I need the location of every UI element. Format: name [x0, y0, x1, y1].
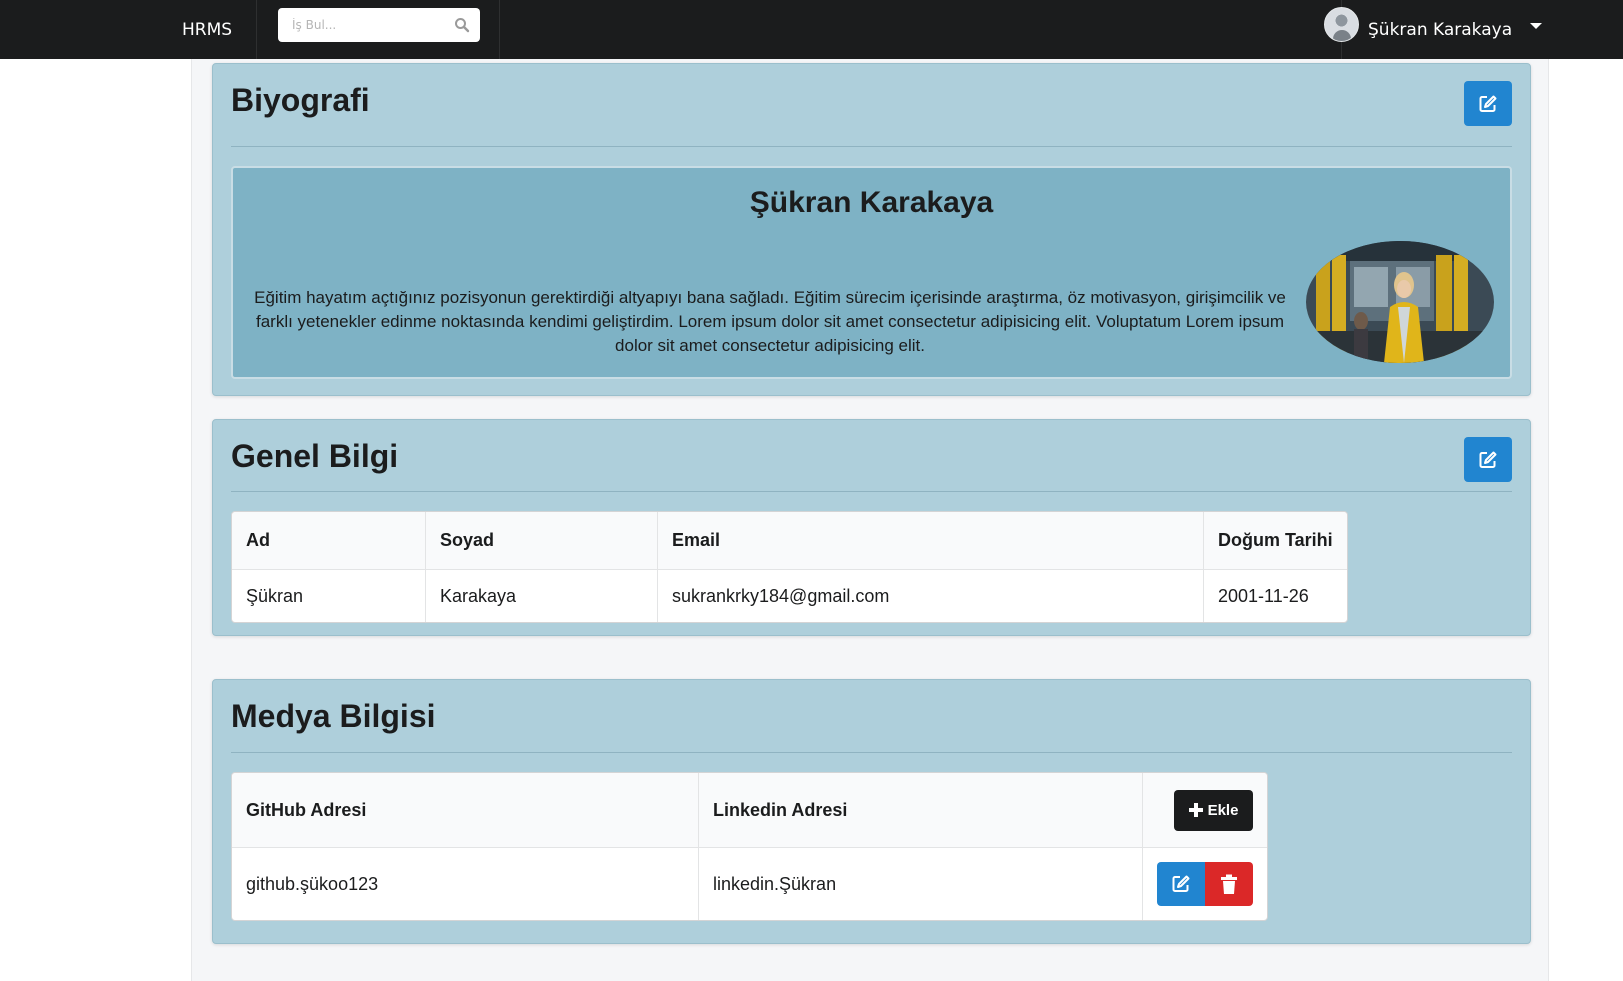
- column-header-actions: Ekle: [1142, 773, 1267, 848]
- table-header-row: Ad Soyad Email Doğum Tarihi: [232, 512, 1347, 570]
- biography-content: Şükran Karakaya Eğitim hayatım açtığınız…: [231, 166, 1512, 379]
- search-container: [257, 0, 500, 59]
- table-row: github.şükoo123 linkedin.Şükran: [232, 848, 1267, 920]
- general-info-card: Genel Bilgi Ad Soyad Email Doğum Tarihi …: [212, 419, 1531, 636]
- general-info-header: Genel Bilgi: [231, 420, 1512, 492]
- table-row: Şükran Karakaya sukrankrky184@gmail.com …: [232, 570, 1347, 622]
- row-action-buttons: [1157, 862, 1253, 906]
- edit-media-button[interactable]: [1157, 862, 1205, 906]
- edit-icon: [1172, 875, 1190, 892]
- edit-icon: [1479, 95, 1497, 112]
- edit-general-info-button[interactable]: [1464, 437, 1512, 482]
- media-info-card: Medya Bilgisi GitHub Adresi Linkedin Adr…: [212, 679, 1531, 944]
- cell-ad: Şükran: [246, 585, 304, 606]
- main-content: Biyografi Şükran Karakaya Eğitim hayatım…: [191, 59, 1549, 981]
- column-header-email: Email: [657, 512, 1203, 570]
- user-name: Şükran Karakaya: [1368, 19, 1513, 40]
- column-header-linkedin: Linkedin Adresi: [698, 773, 1142, 848]
- search-input[interactable]: [278, 8, 480, 42]
- user-menu-dropdown[interactable]: Şükran Karakaya: [1324, 0, 1575, 59]
- biography-title: Biyografi: [231, 82, 370, 118]
- media-info-title: Medya Bilgisi: [231, 698, 436, 734]
- cell-linkedin: linkedin.Şükran: [698, 848, 1142, 920]
- search-box: [278, 8, 480, 42]
- avatar: [1324, 7, 1359, 42]
- profile-photo-image: [1306, 241, 1494, 363]
- column-header-github: GitHub Adresi: [232, 773, 698, 848]
- media-info-table: GitHub Adresi Linkedin Adresi Ekle githu…: [231, 772, 1268, 921]
- biography-text: Eğitim hayatım açtığınız pozisyonun gere…: [254, 288, 1286, 355]
- top-navbar: HRMS Şükran Karakaya: [0, 0, 1623, 59]
- chevron-down-icon: [1530, 23, 1542, 29]
- trash-icon: [1221, 874, 1237, 894]
- edit-icon: [1479, 451, 1497, 468]
- delete-media-button[interactable]: [1205, 862, 1253, 906]
- search-icon[interactable]: [454, 17, 470, 33]
- cell-email: sukrankrky184@gmail.com: [657, 570, 1203, 622]
- brand-link[interactable]: HRMS: [158, 0, 257, 59]
- biography-header: Biyografi: [231, 64, 1512, 147]
- add-media-button[interactable]: Ekle: [1174, 789, 1253, 831]
- table-header-row: GitHub Adresi Linkedin Adresi Ekle: [232, 773, 1267, 848]
- cell-soyad: Karakaya: [425, 570, 657, 622]
- media-info-header: Medya Bilgisi: [231, 680, 1512, 753]
- plus-icon: [1188, 803, 1203, 817]
- cell-birth-date: 2001-11-26: [1203, 570, 1347, 622]
- biography-name: Şükran Karakaya: [749, 186, 994, 219]
- edit-biography-button[interactable]: [1464, 81, 1512, 126]
- add-media-label: Ekle: [1207, 801, 1239, 819]
- general-info-table: Ad Soyad Email Doğum Tarihi Şükran Karak…: [231, 511, 1348, 623]
- general-info-title: Genel Bilgi: [231, 438, 399, 474]
- cell-github: github.şükoo123: [246, 873, 379, 894]
- column-header-soyad: Soyad: [425, 512, 657, 570]
- profile-photo: [1306, 241, 1494, 363]
- column-header-birth-date: Doğum Tarihi: [1203, 512, 1347, 570]
- column-header-ad: Ad: [232, 512, 425, 570]
- navbar-inner: HRMS Şükran Karakaya: [158, 0, 1575, 59]
- cell-actions: [1142, 848, 1267, 920]
- biography-card: Biyografi Şükran Karakaya Eğitim hayatım…: [212, 63, 1531, 396]
